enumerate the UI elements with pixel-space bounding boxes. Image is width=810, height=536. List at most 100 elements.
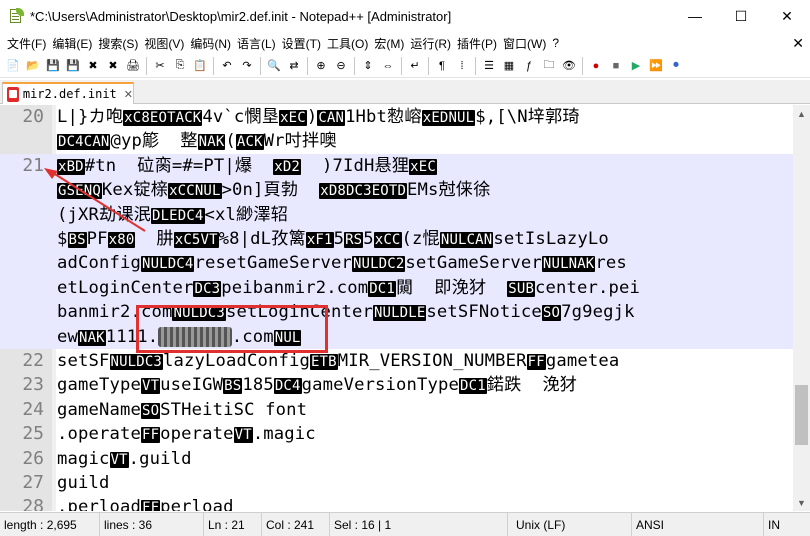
new-file-icon[interactable]: 📄 — [4, 57, 22, 75]
text-segment: useIGW — [160, 375, 224, 396]
open-file-icon[interactable]: 📂 — [24, 57, 42, 75]
editor-line-row[interactable]: GSENQKex锭榇xCCNUL>0n]頁勃 xD8DC3EOTDEMs尅俫徐 — [0, 178, 793, 203]
menu-item-0[interactable]: 文件(F) — [4, 35, 49, 52]
print-icon[interactable]: 🖨 — [124, 57, 142, 75]
editor-line-row[interactable]: ewNAK1111.xxxxxxx.comNUL — [0, 324, 793, 349]
editor-line-row[interactable]: 20 L|}カ咆xC8EOTACK4v`c憫垦xEC)CAN1Hbt愸嵱xEDNU… — [0, 105, 793, 129]
minimize-button[interactable]: — — [672, 0, 718, 32]
status-encoding[interactable]: ANSI — [632, 512, 764, 536]
copy-icon[interactable]: ⎘ — [171, 57, 189, 75]
find-icon[interactable]: 🔍 — [265, 57, 283, 75]
folder-workspace-icon[interactable]: 🗀 — [540, 57, 558, 75]
show-all-chars-icon[interactable]: ¶ — [433, 57, 451, 75]
cut-icon[interactable]: ✂ — [151, 57, 169, 75]
zoom-out-icon[interactable]: ⊖ — [332, 57, 350, 75]
record-macro-icon[interactable]: ● — [587, 57, 605, 75]
menu-item-3[interactable]: 视图(V) — [141, 35, 187, 52]
run-macro-multiple-icon[interactable]: ⏩ — [647, 57, 665, 75]
menu-item-2[interactable]: 搜索(S) — [95, 35, 141, 52]
status-eol[interactable]: Unix (LF) — [508, 512, 632, 536]
sync-vertical-icon[interactable]: ⇕ — [359, 57, 377, 75]
editor-line-row[interactable]: 24 gameNameSOSTHeitiSC font — [0, 398, 793, 422]
editor-line-row[interactable]: etLoginCenterDC3peibanmir2.comDC1闚 即浼犲 S… — [0, 275, 793, 301]
menu-item-4[interactable]: 编码(N) — [187, 35, 234, 52]
lang-icon[interactable]: ☰ — [480, 57, 498, 75]
editor-line-row[interactable]: 26 magicVT.guild — [0, 447, 793, 471]
editor-line-row[interactable]: 22 setSFNULDC3lazyLoadConfigETBMIR_VERSIO… — [0, 349, 793, 373]
tab-close-icon[interactable]: ✕ — [124, 88, 133, 101]
editor-line-row[interactable]: banmir2.comNULDC3setLoginCenterNULDLEset… — [0, 300, 793, 325]
editor-line-row[interactable]: adConfigNULDC4resetGameServerNULDC2setGa… — [0, 251, 793, 276]
vertical-scrollbar[interactable]: ▲ ▼ — [793, 105, 810, 511]
sync-horizontal-icon[interactable]: ⇔ — [379, 57, 397, 75]
text-segment: perload — [160, 497, 234, 511]
editor-area[interactable]: 20 L|}カ咆xC8EOTACK4v`c憫垦xEC)CAN1Hbt愸嵱xEDNU… — [0, 105, 793, 511]
control-char-token: BS — [223, 378, 243, 395]
close-all-icon[interactable]: ✖ — [104, 57, 122, 75]
code-text: L|}カ咆xC8EOTACK4v`c憫垦xEC)CAN1Hbt愸嵱xEDNUL$… — [57, 105, 580, 130]
play-macro-icon[interactable]: ▶ — [627, 57, 645, 75]
control-char-token: DC3 — [193, 280, 222, 297]
text-segment: .magic — [252, 424, 316, 445]
control-char-token: FF — [140, 500, 161, 511]
editor-line-row[interactable]: 28 .perloadFFperload — [0, 495, 793, 511]
save-macro-icon[interactable]: ⏺ — [667, 57, 685, 75]
editor-line-row[interactable]: 21 xBD#tn 砬脔=#=PT|爆 xD2 )7IdH悬狸xEC — [0, 153, 793, 179]
line-number: 28 — [22, 496, 44, 511]
maximize-button[interactable]: ☐ — [718, 0, 764, 32]
editor-line-row[interactable]: 23 gameTypeVTuseIGWBS185DC4gameVersionTyp… — [0, 373, 793, 397]
menu-item-9[interactable]: 运行(R) — [407, 35, 454, 52]
menu-item-5[interactable]: 语言(L) — [234, 35, 279, 52]
editor-line-row[interactable]: $BSPFx80 肼xC5VT%8|dL孜篱xF15RS5xCC(z惃NULCA… — [0, 227, 793, 252]
scroll-down-icon[interactable]: ▼ — [793, 494, 810, 511]
text-segment: adConfig — [57, 253, 141, 274]
control-char-token: xCCNUL — [168, 183, 222, 200]
menu-item-12[interactable]: ? — [549, 36, 562, 50]
text-segment: ) — [306, 107, 318, 127]
toolbar-separator — [475, 56, 476, 75]
zoom-in-icon[interactable]: ⊕ — [312, 57, 330, 75]
close-icon[interactable]: ✖ — [84, 57, 102, 75]
doc-map-icon[interactable]: ▦ — [500, 57, 518, 75]
menu-item-10[interactable]: 插件(P) — [454, 35, 500, 52]
menu-item-11[interactable]: 窗口(W) — [500, 35, 549, 52]
code-text: etLoginCenterDC3peibanmir2.comDC1闚 即浼犲 S… — [57, 276, 640, 301]
editor-line-row[interactable]: (jXR劫课泯DLEDC4<xl緲澤轺 — [0, 202, 793, 227]
control-char-token: FF — [140, 427, 161, 444]
control-char-token: ACK — [235, 134, 264, 151]
save-all-icon[interactable]: 💾 — [64, 57, 82, 75]
save-icon[interactable]: 💾 — [44, 57, 62, 75]
menu-item-8[interactable]: 宏(M) — [371, 35, 407, 52]
text-segment: gameName — [57, 399, 141, 420]
monitor-icon[interactable]: 👁 — [560, 57, 578, 75]
menu-item-6[interactable]: 设置(T) — [279, 35, 324, 52]
stop-macro-icon[interactable]: ■ — [607, 57, 625, 75]
toolbar-separator — [146, 56, 147, 75]
editor-line-row[interactable]: 27 guild — [0, 471, 793, 495]
control-char-token: DLEDC4 — [151, 207, 205, 224]
tab-mir2-def-init[interactable]: mir2.def.init ✕ — [2, 82, 134, 104]
text-segment: )7IdH悬狸 — [300, 155, 410, 176]
close-document-icon[interactable]: ✕ — [792, 33, 804, 53]
editor-line-row[interactable]: DC4CAN@yp簓 整NAK(ACKWr吋拌噢 — [0, 129, 793, 153]
word-wrap-icon[interactable]: ↵ — [406, 57, 424, 75]
replace-icon[interactable]: ⇄ — [285, 57, 303, 75]
scroll-up-icon[interactable]: ▲ — [793, 105, 810, 122]
text-segment: STHeitiSC font — [160, 399, 308, 420]
editor-line-row[interactable]: 25 .operateFFoperateVT.magic — [0, 422, 793, 446]
status-insert-mode: IN — [768, 517, 780, 532]
code-text: adConfigNULDC4resetGameServerNULDC2setGa… — [57, 251, 627, 276]
toolbar-separator — [213, 56, 214, 75]
scroll-thumb[interactable] — [795, 385, 808, 445]
control-char-token: VT — [233, 427, 253, 444]
close-button[interactable]: ✕ — [764, 0, 810, 32]
undo-icon[interactable]: ↶ — [218, 57, 236, 75]
redo-icon[interactable]: ↷ — [238, 57, 256, 75]
paste-icon[interactable]: 📋 — [191, 57, 209, 75]
control-char-token: NULDC2 — [351, 256, 406, 273]
menu-item-7[interactable]: 工具(O) — [324, 35, 371, 52]
text-segment: resetGameServer — [194, 253, 352, 274]
indent-guide-icon[interactable]: ⁞ — [453, 57, 471, 75]
function-list-icon[interactable]: ƒ — [520, 57, 538, 75]
menu-item-1[interactable]: 编辑(E) — [49, 35, 95, 52]
